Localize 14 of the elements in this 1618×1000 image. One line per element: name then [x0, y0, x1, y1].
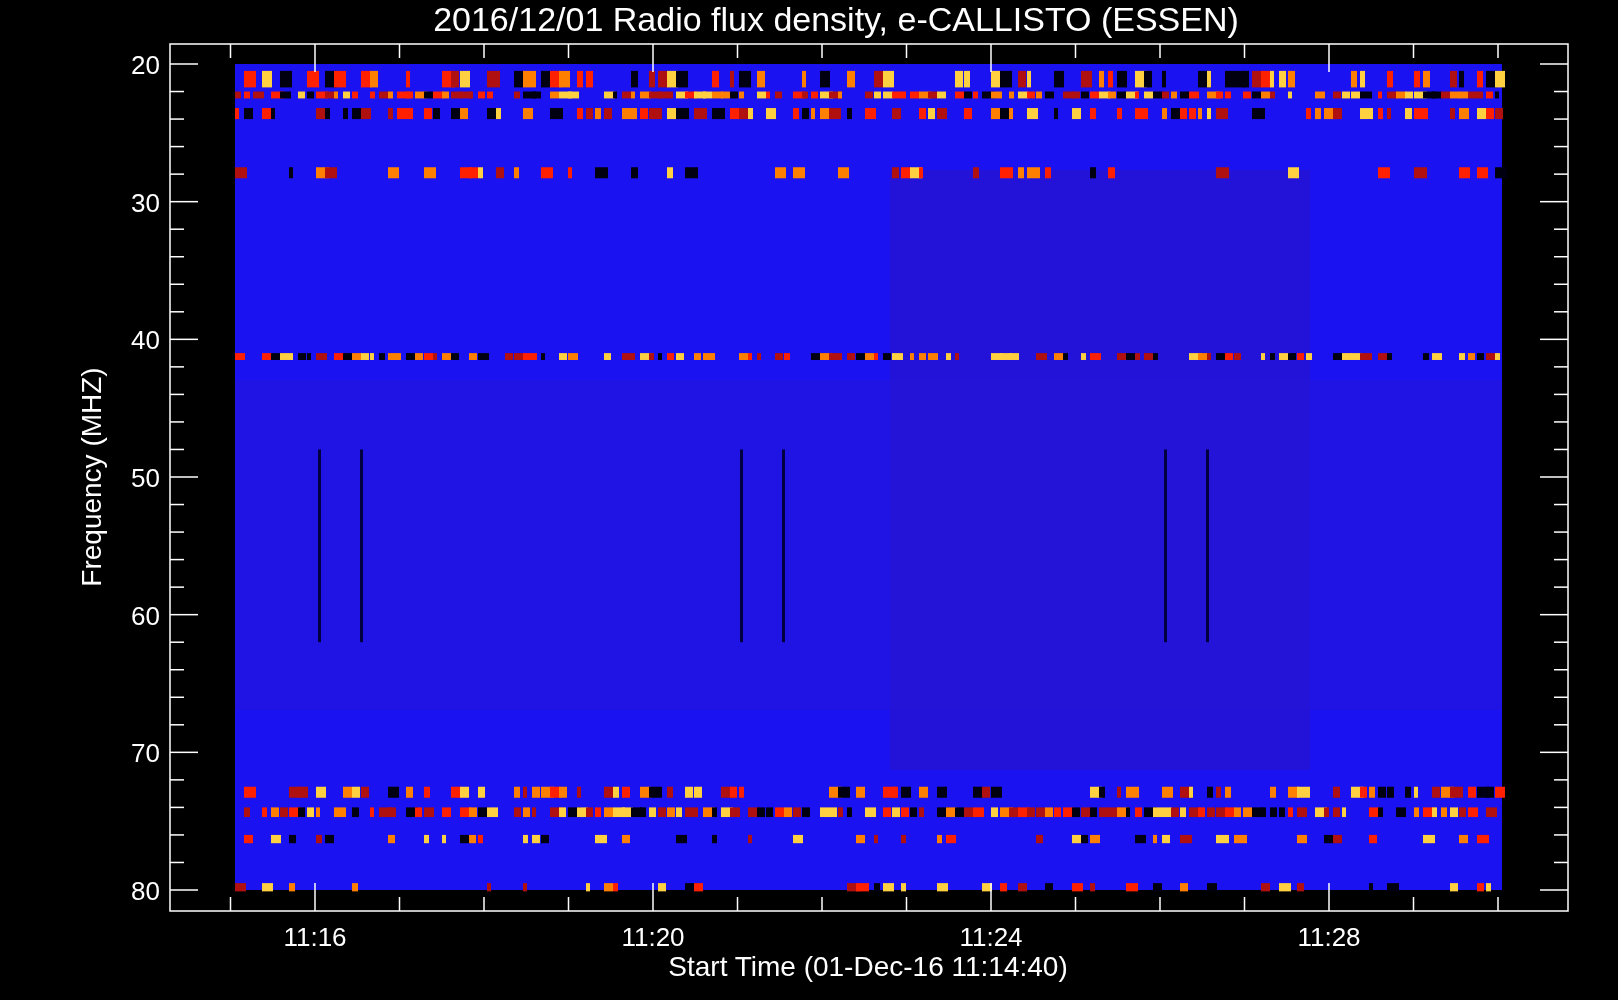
axis-title: Frequency (MHZ)	[76, 367, 107, 587]
axis-tick-label: 40	[131, 325, 160, 356]
axis-tick-label: 50	[131, 463, 160, 493]
axis-tick-label: 11:24	[959, 922, 1023, 952]
axis-tick-label: 11:20	[621, 922, 685, 952]
axis-tick-label: 30	[131, 187, 160, 218]
axis-tick-label: 60	[131, 600, 160, 631]
axis-tick-label: 20	[131, 50, 160, 80]
axis-tick-label: 70	[131, 738, 160, 769]
axis-tick-label: 80	[131, 876, 160, 906]
axis-tick-label: 11:16	[283, 922, 347, 952]
axis-title: Start Time (01-Dec-16 11:14:40)	[668, 951, 1068, 982]
chart-title: 2016/12/01 Radio flux density, e-CALLISTO (ESSEN)	[433, 0, 1239, 38]
axis-tick-label: 11:28	[1297, 922, 1361, 952]
